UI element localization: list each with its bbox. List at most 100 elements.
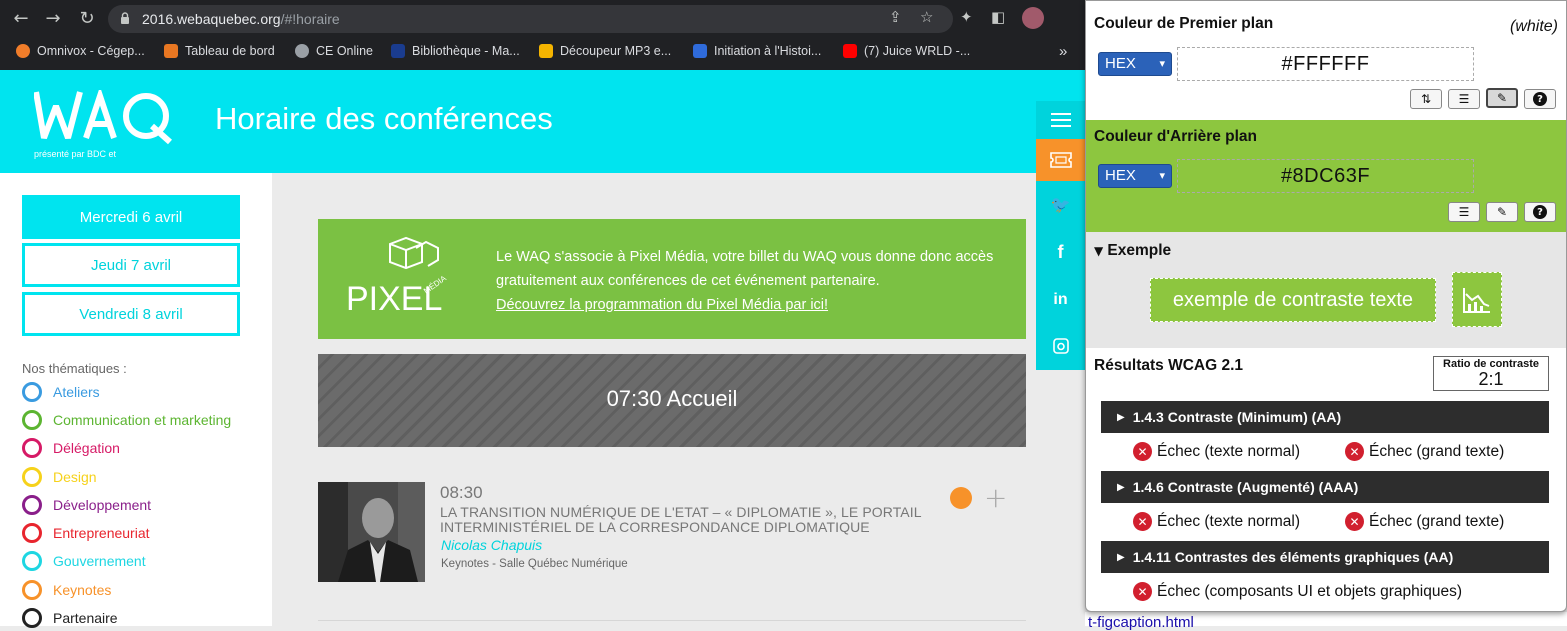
pixel-media-logo: PIXEL MÉDIA bbox=[346, 236, 448, 316]
theme-gouvernement[interactable]: Gouvernement bbox=[22, 551, 146, 571]
chart-icon bbox=[1452, 272, 1502, 327]
example-section: ▼ Exemple exemple de contraste texte bbox=[1086, 232, 1566, 348]
background-eyedropper-button[interactable]: ✎ bbox=[1486, 202, 1518, 222]
theme-developpement[interactable]: Développement bbox=[22, 495, 151, 515]
theme-ring-icon bbox=[22, 382, 42, 402]
criterion-1-4-11[interactable]: ▶ 1.4.11 Contrastes des éléments graphiqu… bbox=[1101, 541, 1549, 573]
more-bookmarks-button[interactable]: » bbox=[1059, 42, 1067, 60]
theme-label: Entrepreneuriat bbox=[53, 525, 150, 541]
linkedin-icon[interactable]: in bbox=[1036, 277, 1085, 322]
facebook-icon[interactable]: f bbox=[1036, 227, 1085, 277]
promo-link[interactable]: Découvrez la programmation du Pixel Médi… bbox=[496, 297, 828, 313]
theme-partenaire[interactable]: Partenaire bbox=[22, 608, 118, 628]
triangle-right-icon: ▶ bbox=[1117, 411, 1125, 423]
criterion-1-4-6[interactable]: ▶ 1.4.6 Contraste (Augmenté) (AAA) bbox=[1101, 471, 1549, 503]
sidepanel-icon[interactable]: ◧ bbox=[991, 8, 1005, 26]
theme-label: Ateliers bbox=[53, 384, 100, 400]
background-help-button[interactable]: ? bbox=[1524, 202, 1556, 222]
profile-avatar[interactable] bbox=[1022, 7, 1044, 29]
triangle-right-icon: ▶ bbox=[1117, 481, 1125, 493]
address-bar[interactable]: 2016.webaquebec.org/#!horaire bbox=[108, 5, 953, 33]
waq-logo[interactable]: présenté par BDC et bbox=[34, 90, 174, 160]
bookmark-label: Initiation à l'Histoi... bbox=[714, 44, 822, 58]
lock-icon bbox=[121, 12, 129, 24]
mp3-icon bbox=[539, 44, 553, 58]
day-tab-friday[interactable]: Vendredi 8 avril bbox=[22, 292, 240, 336]
foreground-eyedropper-button[interactable]: ✎ bbox=[1486, 88, 1518, 108]
bookmark-ce-online[interactable]: CE Online bbox=[295, 42, 373, 60]
figcaption-link[interactable]: t-figcaption.html bbox=[1088, 614, 1194, 631]
star-icon[interactable]: ☆ bbox=[920, 8, 933, 26]
background-title: Couleur d'Arrière plan bbox=[1094, 128, 1258, 145]
talk-speaker[interactable]: Nicolas Chapuis bbox=[441, 537, 542, 553]
url-text: 2016.webaquebec.org/#!horaire bbox=[142, 11, 340, 27]
ticket-icon[interactable] bbox=[1036, 139, 1085, 181]
theme-design[interactable]: Design bbox=[22, 467, 97, 487]
foreground-sliders-button[interactable]: ☰ bbox=[1448, 89, 1480, 109]
twitter-icon[interactable]: 🐦 bbox=[1036, 181, 1085, 227]
add-to-schedule-button[interactable]: + bbox=[984, 481, 1007, 514]
results-title: Résultats WCAG 2.1 bbox=[1094, 357, 1244, 374]
bookmark-label: Tableau de bord bbox=[185, 44, 275, 58]
theme-communication[interactable]: Communication et marketing bbox=[22, 410, 231, 430]
bookmark-omnivox[interactable]: Omnivox - Cégep... bbox=[16, 42, 145, 60]
bookmark-label: CE Online bbox=[316, 44, 373, 58]
theme-entrepreneuriat[interactable]: Entrepreneuriat bbox=[22, 523, 150, 543]
theme-label: Délégation bbox=[53, 440, 120, 456]
forward-icon[interactable]: → bbox=[42, 8, 64, 30]
theme-label: Développement bbox=[53, 497, 152, 513]
back-icon[interactable]: ← bbox=[10, 8, 32, 30]
promo-text-block: Le WAQ s'associe à Pixel Média, votre bi… bbox=[496, 245, 996, 317]
result-graphics: ✕ Échec (composants UI et objets graphiqu… bbox=[1133, 582, 1462, 601]
background-format-select[interactable]: HEX ▾ bbox=[1098, 164, 1172, 188]
example-toggle[interactable]: ▼ Exemple bbox=[1094, 242, 1171, 260]
page-title: Horaire des conférences bbox=[215, 101, 553, 136]
fail-icon: ✕ bbox=[1133, 582, 1152, 601]
bookmark-decoupeur[interactable]: Découpeur MP3 e... bbox=[539, 42, 671, 60]
globe-icon bbox=[295, 44, 309, 58]
sliders-icon: ☰ bbox=[1458, 205, 1470, 219]
instagram-icon[interactable] bbox=[1036, 322, 1085, 370]
foreground-hex-input[interactable]: #FFFFFF bbox=[1177, 47, 1474, 81]
criterion-1-4-3[interactable]: ▶ 1.4.3 Contraste (Minimum) (AA) bbox=[1101, 401, 1549, 433]
example-text-preview: exemple de contraste texte bbox=[1150, 278, 1436, 322]
swap-colors-button[interactable]: ⇅ bbox=[1410, 89, 1442, 109]
talk-title[interactable]: LA TRANSITION NUMÉRIQUE DE L'ETAT – « DI… bbox=[440, 505, 930, 535]
foreground-format-select[interactable]: HEX ▾ bbox=[1098, 52, 1172, 76]
foreground-help-button[interactable]: ? bbox=[1524, 89, 1556, 109]
contrast-ratio-box: Ratio de contraste 2:1 bbox=[1433, 356, 1549, 391]
foreground-color-name: (white) bbox=[1509, 18, 1558, 35]
theme-ring-icon bbox=[22, 467, 42, 487]
format-value: HEX bbox=[1105, 55, 1136, 72]
result-label: Échec (composants UI et objets graphique… bbox=[1157, 582, 1462, 600]
reload-icon[interactable]: ↻ bbox=[76, 8, 98, 30]
background-sliders-button[interactable]: ☰ bbox=[1448, 202, 1480, 222]
bookmark-label: Omnivox - Cégep... bbox=[37, 44, 145, 58]
theme-label: Communication et marketing bbox=[53, 412, 232, 428]
bookmark-initiation[interactable]: Initiation à l'Histoi... bbox=[693, 42, 821, 60]
result-label: Échec (texte normal) bbox=[1157, 512, 1300, 530]
background-hex-input[interactable]: #8DC63F bbox=[1177, 159, 1474, 193]
help-icon: ? bbox=[1533, 92, 1547, 106]
theme-ateliers[interactable]: Ateliers bbox=[22, 382, 100, 402]
theme-keynotes[interactable]: Keynotes bbox=[22, 580, 111, 600]
bookmark-label: Bibliothèque - Ma... bbox=[412, 44, 520, 58]
theme-delegation[interactable]: Délégation bbox=[22, 438, 120, 458]
day-tab-wednesday[interactable]: Mercredi 6 avril bbox=[22, 195, 240, 239]
theme-label: Gouvernement bbox=[53, 553, 146, 569]
extensions-icon[interactable]: ✦ bbox=[960, 8, 973, 26]
bookmark-tableau[interactable]: Tableau de bord bbox=[164, 42, 275, 60]
result-label: Échec (grand texte) bbox=[1369, 512, 1505, 530]
share-icon[interactable]: ⇪ bbox=[889, 8, 902, 26]
menu-icon[interactable] bbox=[1036, 101, 1085, 139]
theme-ring-icon bbox=[22, 551, 42, 571]
day-tab-thursday[interactable]: Jeudi 7 avril bbox=[22, 243, 240, 287]
logo-presented-by: présenté par BDC et bbox=[34, 149, 117, 159]
theme-label: Partenaire bbox=[53, 610, 118, 626]
result-label: Échec (texte normal) bbox=[1157, 442, 1300, 460]
theme-ring-icon bbox=[22, 523, 42, 543]
bookmark-youtube[interactable]: (7) Juice WRLD -... bbox=[843, 42, 970, 60]
foreground-title: Couleur de Premier plan bbox=[1094, 15, 1274, 32]
bookmark-bibliotheque[interactable]: Bibliothèque - Ma... bbox=[391, 42, 520, 60]
background-section: Couleur d'Arrière plan HEX ▾ #8DC63F ☰ ✎ … bbox=[1086, 120, 1566, 232]
